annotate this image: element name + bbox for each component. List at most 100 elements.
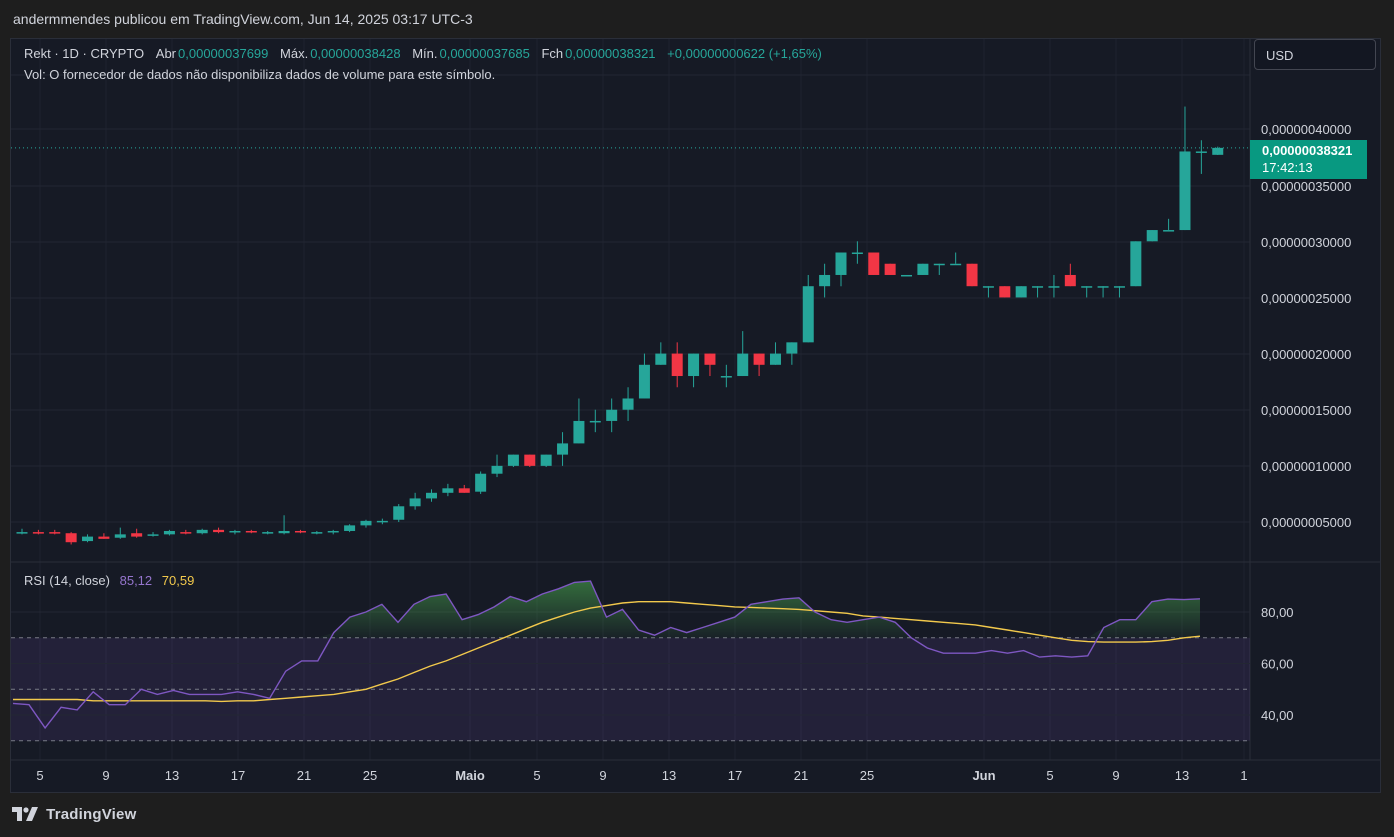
candle-body: [475, 473, 487, 492]
candle-body: [1113, 286, 1125, 288]
candle-body: [376, 520, 388, 523]
candle-body: [442, 488, 454, 493]
price-tick-label: 0,00000035000: [1261, 179, 1351, 194]
candle-body: [147, 534, 159, 536]
footer-brand[interactable]: TradingView: [12, 805, 136, 827]
candle-body: [98, 536, 110, 539]
candle-body: [196, 529, 208, 534]
change-value: +0,00000000622 (+1,65%): [667, 46, 822, 61]
candle-body: [540, 454, 552, 466]
price-tick-label: 0,00000040000: [1261, 122, 1351, 137]
close-label: Fch: [541, 46, 564, 61]
candle-body: [688, 353, 700, 377]
rsi-ma-value: 70,59: [161, 573, 195, 588]
candle-body: [491, 465, 503, 474]
candle-body: [229, 530, 241, 533]
last-price: 0,00000038321: [1262, 143, 1353, 158]
time-tick-label: 13: [662, 768, 676, 783]
candle-body: [1015, 286, 1027, 298]
candle-body: [294, 530, 306, 533]
rsi-tick-label: 60,00: [1261, 657, 1294, 672]
candle-body: [507, 454, 519, 466]
bar-countdown: 17:42:13: [1262, 160, 1313, 175]
candle-body: [901, 274, 913, 277]
close-value: 0,00000038321: [565, 46, 656, 61]
symbol-label[interactable]: Rekt · 1D · CRYPTO: [24, 46, 144, 61]
candle-body: [524, 454, 536, 466]
candle-body: [180, 532, 192, 534]
candle-body: [32, 532, 44, 534]
rsi-overbought-fill: [13, 581, 1200, 638]
candle-body: [622, 398, 634, 410]
candle-body: [311, 532, 323, 534]
candle-body: [786, 342, 798, 354]
rsi-tick-label: 80,00: [1261, 605, 1294, 620]
high-label: Máx.: [280, 46, 309, 61]
rsi-label[interactable]: RSI (14, close): [24, 573, 110, 588]
time-tick-label: 9: [1112, 768, 1119, 783]
candle-body: [1195, 151, 1207, 153]
candle-body: [704, 353, 716, 365]
candle-body: [720, 376, 732, 378]
candle-body: [999, 286, 1011, 298]
price-tick-label: 0,00000020000: [1261, 347, 1351, 362]
tradingview-logo-icon: [12, 807, 38, 822]
rsi-legend: RSI (14, close) 85,12 70,59: [24, 573, 194, 588]
time-tick-label: 1: [1240, 768, 1247, 783]
candle-body: [245, 530, 257, 533]
candle-body: [16, 532, 28, 534]
candle-body: [278, 530, 290, 534]
candle-body: [966, 263, 978, 287]
candle-body: [802, 286, 814, 343]
candle-body: [114, 534, 126, 538]
candle-body: [1097, 286, 1109, 288]
candle-body: [49, 532, 61, 534]
time-tick-label: 13: [1175, 768, 1189, 783]
time-tick-label: 21: [794, 768, 808, 783]
candle-body: [933, 263, 945, 266]
rsi-value: 85,12: [119, 573, 153, 588]
currency-button[interactable]: USD: [1254, 39, 1376, 70]
candle-body: [606, 409, 618, 421]
chart-canvas[interactable]: 0,00000005000 0,00000010000 0,00000015000 0…: [0, 0, 1394, 837]
candle-body: [737, 353, 749, 377]
candle-body: [426, 492, 437, 499]
candle-body: [1081, 286, 1093, 288]
low-value: 0,00000037685: [439, 46, 530, 61]
candle-body: [213, 529, 225, 533]
open-label: Abr: [155, 46, 177, 61]
candle-body: [1179, 151, 1191, 231]
time-tick-label: 25: [363, 768, 377, 783]
candle-body: [163, 530, 175, 535]
candle-body: [835, 252, 847, 275]
time-tick-label: 5: [1046, 768, 1053, 783]
candle-body: [851, 252, 863, 255]
candle-body: [557, 443, 569, 455]
candle-body: [1032, 286, 1044, 288]
time-tick-label: 5: [36, 768, 43, 783]
candle-body: [819, 274, 831, 287]
candle-body: [131, 533, 143, 537]
candle-body: [868, 252, 880, 275]
candle-body: [638, 364, 650, 399]
time-tick-label: 5: [533, 768, 540, 783]
candle-body: [393, 506, 405, 520]
candle-body: [344, 525, 356, 531]
candle-body: [65, 533, 77, 543]
candle-body: [1163, 230, 1175, 232]
time-tick-label: 13: [165, 768, 179, 783]
candle-body: [360, 520, 372, 526]
volume-note: Vol: O fornecedor de dados não disponibi…: [24, 67, 496, 82]
time-tick-label: 9: [102, 768, 109, 783]
brand-name: TradingView: [46, 805, 137, 823]
candle-body: [1048, 286, 1060, 288]
price-tick-label: 0,00000005000: [1261, 515, 1351, 530]
candle-body: [262, 532, 274, 534]
candle-body: [409, 498, 421, 507]
low-label: Mín.: [412, 46, 438, 61]
candle-body: [917, 263, 929, 275]
candle-body: [327, 530, 339, 533]
open-value: 0,00000037699: [178, 46, 269, 61]
price-tick-label: 0,00000030000: [1261, 235, 1351, 250]
time-tick-label: 17: [231, 768, 245, 783]
